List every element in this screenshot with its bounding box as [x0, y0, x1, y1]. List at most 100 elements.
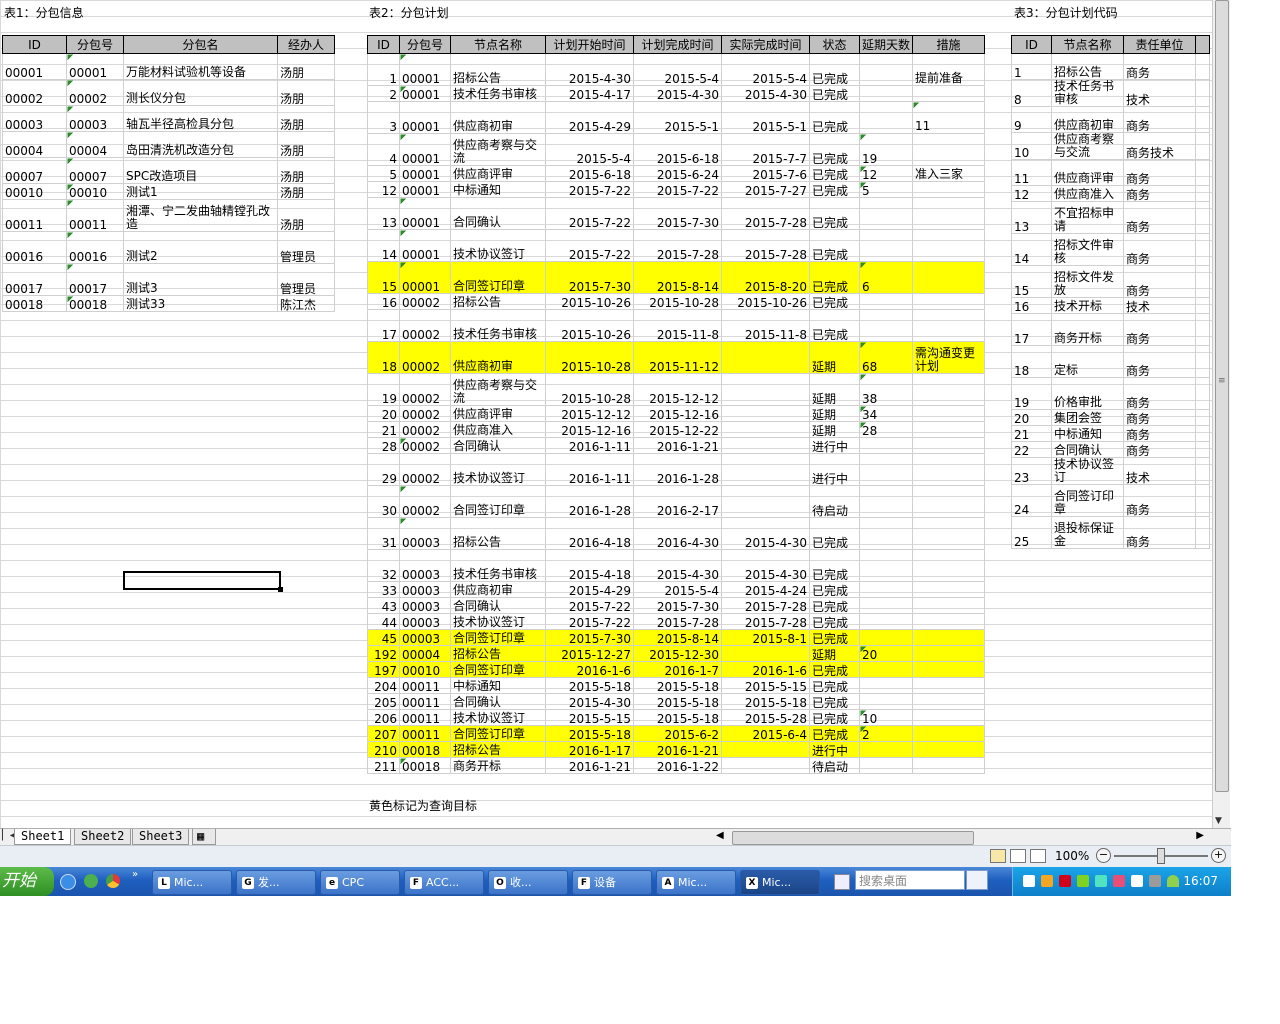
- table-cell[interactable]: [858, 101, 914, 134]
- table-cell[interactable]: 技术: [1123, 457, 1196, 485]
- vertical-scrollbar[interactable]: ≡ ▼: [1212, 0, 1230, 828]
- task-outlook[interactable]: O 收...: [488, 870, 568, 895]
- table-cell[interactable]: 2015-6-18: [633, 133, 722, 166]
- table-cell[interactable]: 21: [1011, 425, 1052, 442]
- table-cell[interactable]: [912, 373, 986, 406]
- table-cell[interactable]: [912, 549, 986, 582]
- table-cell[interactable]: 15: [367, 261, 400, 294]
- table-cell[interactable]: 技术协议签订: [1051, 457, 1124, 485]
- table-cell[interactable]: 技术任务书审核: [450, 85, 546, 102]
- table-cell[interactable]: 供应商初审: [450, 101, 546, 134]
- table-cell[interactable]: 10: [858, 709, 914, 726]
- table-cell[interactable]: 38: [858, 373, 914, 406]
- table-cell[interactable]: 1: [1011, 53, 1052, 80]
- table-cell[interactable]: 28: [858, 421, 914, 438]
- table-cell[interactable]: [858, 629, 914, 646]
- column-header[interactable]: 分包名: [123, 35, 278, 54]
- table-cell[interactable]: [912, 661, 986, 678]
- table-cell[interactable]: 进行中: [809, 437, 860, 454]
- table-cell[interactable]: 6: [858, 261, 914, 294]
- search-icon[interactable]: [966, 870, 988, 890]
- table-cell[interactable]: 商务: [1123, 233, 1196, 266]
- table-cell[interactable]: 2015-5-18: [633, 677, 722, 694]
- table-cell[interactable]: 2015-7-28: [721, 197, 810, 230]
- column-header[interactable]: 计划完成时间: [633, 35, 722, 54]
- table-cell[interactable]: [858, 197, 914, 230]
- table-cell[interactable]: 商务: [1123, 409, 1196, 426]
- table-cell[interactable]: 192: [367, 645, 400, 662]
- empty-cell[interactable]: [1195, 377, 1210, 410]
- table-cell[interactable]: 2015-5-15: [545, 709, 634, 726]
- table-cell[interactable]: 已完成: [809, 677, 860, 694]
- table-cell[interactable]: 00002: [399, 373, 451, 406]
- tray-network-icon[interactable]: [1077, 875, 1089, 887]
- table-cell[interactable]: 供应商准入: [450, 421, 546, 438]
- table-cell[interactable]: 29: [367, 453, 400, 486]
- column-header[interactable]: 实际完成时间: [721, 35, 810, 54]
- table-cell[interactable]: 00011: [399, 709, 451, 726]
- table-cell[interactable]: 汤朋: [277, 199, 335, 232]
- empty-cell[interactable]: [1195, 53, 1210, 80]
- column-header[interactable]: 延期天数: [858, 35, 914, 54]
- table-cell[interactable]: 17: [367, 309, 400, 342]
- table-cell[interactable]: 00018: [399, 757, 451, 774]
- scroll-left-arrow-icon[interactable]: ◀: [716, 830, 724, 841]
- table-cell[interactable]: [912, 629, 986, 646]
- horizontal-scrollbar[interactable]: ◀ ▶: [710, 830, 1210, 845]
- table-cell[interactable]: 19: [858, 133, 914, 166]
- table-cell[interactable]: 2015-8-1: [721, 629, 810, 646]
- table-cell[interactable]: 2016-4-30: [633, 517, 722, 550]
- table-cell[interactable]: 210: [367, 741, 400, 758]
- table-cell[interactable]: [858, 517, 914, 550]
- table-cell[interactable]: SPC改造项目: [123, 157, 278, 184]
- tab-sheet2[interactable]: Sheet2: [74, 829, 132, 845]
- table-cell[interactable]: [858, 757, 914, 774]
- table-cell[interactable]: 商务: [1123, 484, 1196, 517]
- table-cell[interactable]: 34: [858, 405, 914, 422]
- table-cell[interactable]: 中标通知: [450, 181, 546, 198]
- table-cell[interactable]: 延期: [809, 373, 860, 406]
- table-cell[interactable]: 00003: [2, 105, 67, 132]
- table-cell[interactable]: 2015-7-22: [545, 181, 634, 198]
- table-cell[interactable]: 2: [858, 725, 914, 742]
- table-cell[interactable]: 技术: [1123, 79, 1196, 107]
- table-cell[interactable]: 供应商初审: [1051, 106, 1124, 133]
- tray-monitor-icon[interactable]: [1131, 875, 1143, 887]
- table-cell[interactable]: 供应商考察与交流: [450, 373, 546, 406]
- tab-sheet3[interactable]: Sheet3: [132, 829, 190, 845]
- table-cell[interactable]: 2015-7-30: [545, 261, 634, 294]
- table-cell[interactable]: 已完成: [809, 309, 860, 342]
- task-folder-equipment[interactable]: F 设备: [572, 870, 652, 895]
- table-cell[interactable]: 技术协议签订: [450, 709, 546, 726]
- table-cell[interactable]: 招标公告: [450, 53, 546, 86]
- table-cell[interactable]: [912, 309, 986, 342]
- table-cell[interactable]: 商务: [1123, 441, 1196, 458]
- table-cell[interactable]: 测长仪分包: [123, 79, 278, 106]
- table-cell[interactable]: 00003: [399, 613, 451, 630]
- table-cell[interactable]: 00018: [2, 295, 67, 312]
- table-cell[interactable]: 00001: [399, 229, 451, 262]
- table-cell[interactable]: 待启动: [809, 485, 860, 518]
- tab-sheet1[interactable]: Sheet1: [14, 829, 72, 845]
- table-cell[interactable]: 商务开标: [450, 757, 546, 774]
- table-cell[interactable]: 延期: [809, 421, 860, 438]
- column-header[interactable]: 节点名称: [450, 35, 546, 54]
- table-cell[interactable]: 2015-4-30: [721, 549, 810, 582]
- table-cell[interactable]: [912, 437, 986, 454]
- table-cell[interactable]: 18: [1011, 345, 1052, 378]
- table-cell[interactable]: 00001: [399, 85, 451, 102]
- table-cell[interactable]: 2015-4-30: [545, 693, 634, 710]
- selected-cell[interactable]: [123, 571, 283, 592]
- table-cell[interactable]: 商务: [1123, 201, 1196, 234]
- table-cell[interactable]: 2015-6-18: [545, 165, 634, 182]
- table-cell[interactable]: 进行中: [809, 741, 860, 758]
- table-cell[interactable]: 汤朋: [277, 157, 335, 184]
- table-cell[interactable]: 00011: [66, 199, 124, 232]
- task-access[interactable]: A Mic...: [656, 870, 736, 895]
- table-cell[interactable]: 商务: [1123, 185, 1196, 202]
- start-button[interactable]: 开始: [0, 867, 54, 896]
- table-cell[interactable]: 已完成: [809, 693, 860, 710]
- table-cell[interactable]: 2015-7-7: [721, 133, 810, 166]
- table-cell[interactable]: 19: [1011, 377, 1052, 410]
- table-cell[interactable]: [858, 661, 914, 678]
